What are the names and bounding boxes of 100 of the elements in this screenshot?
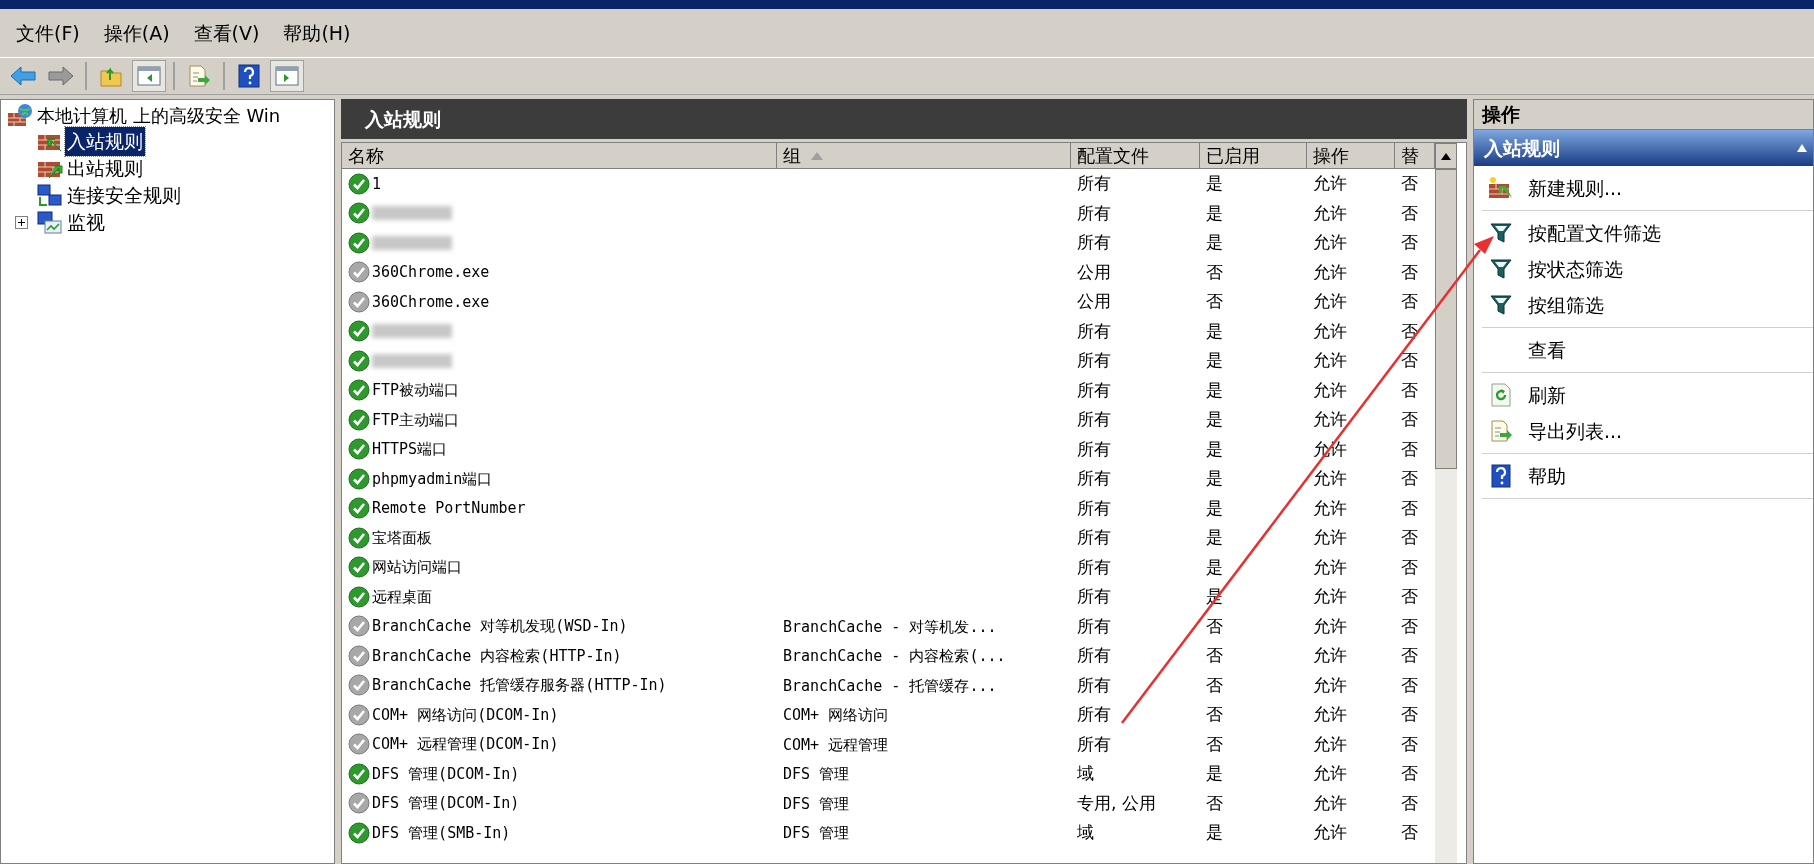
table-cell: 所有 (1077, 173, 1111, 193)
tree-item[interactable]: 本地计算机 上的高级安全 Win (37, 101, 281, 129)
pane-title: 入站规则 (341, 99, 1467, 139)
menu-item[interactable]: 文件(F) (8, 18, 88, 48)
table-cell: 是 (1206, 468, 1223, 488)
scrollbar[interactable] (1435, 143, 1457, 863)
column-header[interactable]: 操作 (1307, 143, 1395, 168)
table-cell: 是 (1206, 438, 1223, 459)
table-cell: 允许 (1313, 379, 1347, 400)
table-cell: 域 (1077, 822, 1094, 842)
table-cell: 否 (1206, 645, 1223, 665)
table-cell: 允许 (1313, 320, 1347, 341)
table-cell: 否 (1401, 822, 1418, 842)
rule-name: 360Chrome.exe (372, 291, 490, 313)
table-cell: 允许 (1313, 497, 1347, 518)
menu-item[interactable]: 查看(V) (185, 18, 268, 48)
column-header[interactable]: 组 (777, 143, 1071, 168)
table-cell: 允许 (1313, 645, 1347, 665)
table-cell: DFS 管理 (783, 794, 850, 813)
table-cell: 否 (1206, 792, 1223, 813)
table-cell: 否 (1401, 438, 1418, 459)
table-cell: 公用 (1077, 291, 1111, 311)
table-cell: 否 (1401, 615, 1418, 636)
action-link[interactable]: 刷新 (1528, 380, 1566, 410)
table-cell: 允许 (1313, 261, 1347, 282)
tree-item[interactable]: 连接安全规则 (65, 181, 183, 210)
table-cell: 否 (1401, 409, 1418, 429)
action-link[interactable]: 按配置文件筛选 (1528, 218, 1661, 248)
rule-name: 360Chrome.exe (372, 262, 490, 283)
table-cell: 所有 (1077, 704, 1111, 724)
action-link[interactable]: 新建规则... (1528, 173, 1623, 203)
table-cell: 否 (1401, 645, 1418, 665)
rule-name: FTP主动端口 (372, 409, 460, 431)
rule-name: COM+ 远程管理(DCOM-In) (372, 734, 559, 755)
table-cell: 允许 (1313, 409, 1347, 429)
table-cell: 允许 (1313, 556, 1347, 577)
column-header[interactable]: 已启用 (1200, 143, 1307, 168)
table-cell: 是 (1206, 232, 1223, 252)
filter-icon (1490, 294, 1512, 316)
table-cell: BranchCache - 托管缓存... (783, 676, 997, 695)
tree-item[interactable]: 监视 (65, 208, 107, 237)
table-cell: 所有 (1077, 497, 1111, 518)
table-cell: 否 (1401, 674, 1418, 695)
table-cell: DFS 管理 (783, 765, 850, 783)
table-cell: 否 (1401, 350, 1418, 370)
scroll-up-icon[interactable] (1441, 152, 1451, 160)
table-cell: 是 (1206, 350, 1223, 370)
table-cell: 所有 (1077, 527, 1111, 547)
table-cell: 允许 (1313, 674, 1347, 695)
table-cell: 所有 (1077, 232, 1111, 252)
rule-name: DFS 管理(SMB-In) (372, 822, 511, 844)
collapse-arrow-icon[interactable] (1797, 144, 1807, 152)
action-link[interactable]: 按组筛选 (1528, 290, 1604, 320)
action-link[interactable]: 按状态筛选 (1528, 254, 1623, 284)
column-header[interactable]: 配置文件 (1071, 143, 1200, 168)
table-cell: 否 (1401, 704, 1418, 724)
table-cell: 否 (1206, 704, 1223, 724)
table-cell: 允许 (1313, 792, 1347, 813)
help-icon[interactable] (238, 64, 260, 88)
table-cell: 否 (1401, 586, 1418, 606)
scroll-thumb[interactable] (1435, 169, 1457, 469)
table-cell: 是 (1206, 173, 1223, 193)
rule-name: 网站访问端口 (372, 557, 462, 578)
expand-box-icon[interactable] (14, 216, 28, 229)
table-cell: 否 (1401, 379, 1418, 400)
table-cell: 允许 (1313, 586, 1347, 606)
table-cell: 允许 (1313, 173, 1347, 193)
table-cell: 允许 (1313, 350, 1347, 370)
menu-item[interactable]: 操作(A) (95, 18, 178, 48)
table-cell: 是 (1206, 320, 1223, 341)
action-link[interactable]: 帮助 (1528, 461, 1566, 491)
column-header[interactable]: 名称 (342, 143, 777, 168)
table-cell: 否 (1401, 468, 1418, 488)
table-cell: 允许 (1313, 232, 1347, 252)
table-cell: 所有 (1077, 438, 1111, 459)
tree-item[interactable]: 出站规则 (65, 154, 145, 183)
table-cell: 否 (1401, 232, 1418, 252)
action-link[interactable]: 导出列表... (1528, 416, 1623, 446)
table-cell: 是 (1206, 763, 1223, 783)
table-cell: 否 (1401, 261, 1418, 282)
rule-name: DFS 管理(DCOM-In) (372, 763, 520, 785)
table-cell: 是 (1206, 202, 1223, 223)
action-link[interactable]: 查看 (1528, 335, 1566, 365)
table-cell: 所有 (1077, 379, 1111, 400)
filter-icon (1490, 222, 1512, 244)
table-cell: 否 (1401, 320, 1418, 341)
tree-item[interactable]: 入站规则 (65, 127, 145, 156)
table-cell: 允许 (1313, 291, 1347, 311)
table-cell: 否 (1206, 674, 1223, 695)
menu-item[interactable]: 帮助(H) (275, 18, 359, 48)
table-cell: 否 (1401, 527, 1418, 547)
table-cell: 公用 (1077, 261, 1111, 282)
help-icon (1491, 464, 1511, 488)
table-cell: 所有 (1077, 733, 1111, 754)
table-cell: 否 (1401, 792, 1418, 813)
firewall-globe-icon (7, 103, 33, 127)
section-header[interactable]: 入站规则 (1474, 130, 1813, 166)
table-cell: 所有 (1077, 350, 1111, 370)
table-cell: 是 (1206, 556, 1223, 577)
new-rule-icon (1488, 176, 1514, 200)
